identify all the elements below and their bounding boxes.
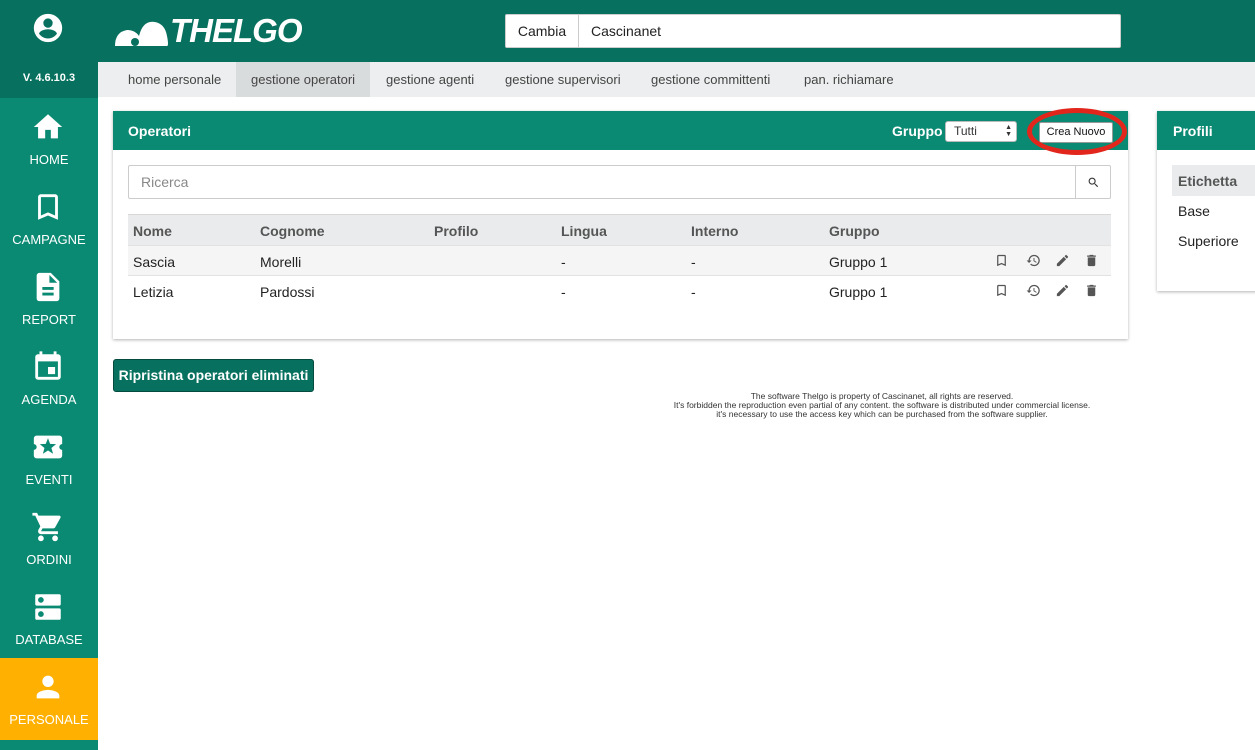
cell-gruppo: Gruppo 1 — [829, 284, 888, 300]
search-input[interactable]: Ricerca — [128, 165, 1076, 199]
profile-item-base[interactable]: Base — [1178, 203, 1210, 219]
version-label: V. 4.6.10.3 — [22, 72, 76, 84]
tab-gestione-operatori[interactable]: gestione operatori — [236, 62, 371, 97]
company-switcher: Cambia Cascinanet — [505, 14, 1121, 48]
highlight-circle — [1027, 108, 1127, 155]
calendar-icon — [35, 351, 61, 380]
column-header-nome[interactable]: Nome — [133, 223, 172, 239]
ticket-star-icon — [33, 435, 63, 459]
tab-gestione-committenti[interactable]: gestione committenti — [636, 62, 785, 97]
nav-item-label: AGENDA — [21, 392, 77, 407]
cell-gruppo: Gruppo 1 — [829, 254, 888, 270]
panel-title: Operatori — [128, 123, 192, 139]
nav-item-label: DATABASE — [15, 632, 83, 647]
nav-item-database[interactable]: DATABASE — [0, 578, 98, 658]
panel-title: Profili — [1173, 123, 1213, 139]
footer-line: it's necessary to use the access key whi… — [716, 409, 1048, 419]
profili-panel-header: Profili — [1157, 111, 1255, 150]
thelgo-logo-icon — [115, 21, 168, 46]
switch-company-button[interactable]: Cambia — [506, 15, 579, 47]
table-header: Nome Cognome Profilo Lingua Interno Grup… — [128, 214, 1111, 245]
history-icon[interactable] — [1026, 253, 1041, 268]
restore-deleted-operators-button[interactable]: Ripristina operatori eliminati — [113, 359, 314, 392]
cell-nome: Sascia — [133, 254, 176, 270]
cell-interno: - — [691, 284, 696, 300]
cell-lingua: - — [561, 284, 566, 300]
nav-item-home[interactable]: HOME — [0, 98, 98, 178]
tab-home-personale[interactable]: home personale — [113, 62, 236, 97]
edit-icon[interactable] — [1055, 283, 1070, 298]
column-header-lingua[interactable]: Lingua — [561, 223, 607, 239]
bookmark-icon[interactable] — [994, 253, 1009, 268]
operatori-panel: Operatori Gruppo Tutti ▲ ▼ Crea Nuovo Ric… — [113, 108, 1128, 339]
nav-item-personale[interactable]: PERSONALE — [0, 658, 98, 740]
bookmark-icon — [38, 194, 58, 220]
cell-lingua: - — [561, 254, 566, 270]
bookmark-icon[interactable] — [994, 283, 1009, 298]
nav-item-campagne[interactable]: CAMPAGNE — [0, 178, 98, 258]
column-header-profilo[interactable]: Profilo — [434, 223, 478, 239]
edit-icon[interactable] — [1055, 253, 1070, 268]
cell-interno: - — [691, 254, 696, 270]
nav-item-ordini[interactable]: ORDINI — [0, 498, 98, 578]
user-account-icon[interactable] — [31, 11, 65, 45]
person-icon — [36, 675, 60, 699]
cell-cognome: Morelli — [260, 254, 302, 270]
trash-icon[interactable] — [1084, 283, 1099, 298]
trash-icon[interactable] — [1084, 253, 1099, 268]
gruppo-label: Gruppo — [892, 123, 943, 139]
nav-item-eventi[interactable]: EVENTI — [0, 418, 98, 498]
table-row[interactable]: Letizia Pardossi - - Gruppo 1 — [128, 275, 1111, 305]
sidebar: V. 4.6.10.3 HOME CAMPAGNE REPORT AGENDA … — [0, 0, 98, 750]
tab-bar: home personale gestione operatori gestio… — [98, 62, 1255, 97]
table-row[interactable]: Sascia Morelli - - Gruppo 1 — [128, 245, 1111, 275]
nav-item-label: EVENTI — [25, 472, 73, 487]
nav-item-label: PERSONALE — [9, 712, 89, 727]
nav-item-label: CAMPAGNE — [12, 232, 86, 247]
history-icon[interactable] — [1026, 283, 1041, 298]
copyright-footer: The software Thelgo is property of Casci… — [640, 392, 1124, 419]
column-header-etichetta[interactable]: Etichetta — [1172, 165, 1255, 196]
sidebar-profile: V. 4.6.10.3 — [0, 0, 98, 98]
search-icon — [1088, 177, 1099, 188]
gruppo-selected-value: Tutti — [954, 124, 977, 138]
top-header: THELGO Cambia Cascinanet — [98, 0, 1255, 62]
home-icon — [33, 114, 63, 139]
nav-item-agenda[interactable]: AGENDA — [0, 338, 98, 418]
tab-pan-richiamare[interactable]: pan. richiamare — [789, 62, 909, 97]
search-button[interactable] — [1075, 165, 1111, 199]
profile-item-superiore[interactable]: Superiore — [1178, 233, 1239, 249]
select-arrows-icon: ▲ ▼ — [1005, 124, 1012, 138]
profili-panel: Profili Etichetta Base Superiore — [1157, 111, 1255, 291]
tab-gestione-agenti[interactable]: gestione agenti — [371, 62, 489, 97]
column-header-interno[interactable]: Interno — [691, 223, 738, 239]
brand-name: THELGO — [170, 12, 302, 49]
company-name-field[interactable]: Cascinanet — [591, 15, 661, 47]
operatori-panel-header: Operatori Gruppo Tutti ▲ ▼ Crea Nuovo — [113, 108, 1128, 155]
nav-item-label: ORDINI — [26, 552, 72, 567]
cell-cognome: Pardossi — [260, 284, 315, 300]
tab-gestione-supervisori[interactable]: gestione supervisori — [490, 62, 636, 97]
nav-item-label: HOME — [29, 152, 69, 167]
document-icon — [36, 272, 60, 302]
gruppo-select[interactable]: Tutti ▲ ▼ — [945, 121, 1017, 142]
database-icon — [35, 594, 61, 620]
nav-item-report[interactable]: REPORT — [0, 258, 98, 338]
column-header-cognome[interactable]: Cognome — [260, 223, 325, 239]
nav-item-label: REPORT — [22, 312, 76, 327]
column-header-gruppo[interactable]: Gruppo — [829, 223, 880, 239]
cell-nome: Letizia — [133, 284, 174, 300]
operatori-table: Nome Cognome Profilo Lingua Interno Grup… — [128, 214, 1111, 305]
cart-icon — [32, 512, 61, 542]
